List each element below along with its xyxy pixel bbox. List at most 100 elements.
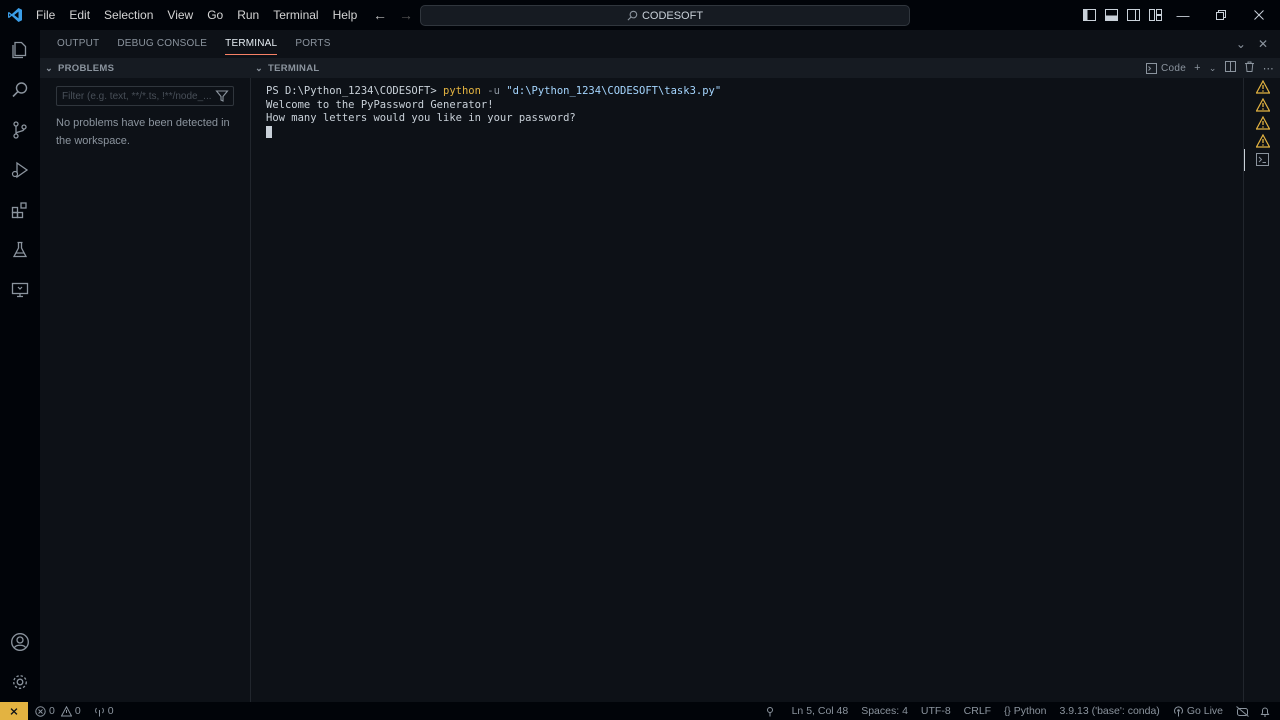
run-debug-icon[interactable] <box>8 158 32 182</box>
antenna-icon <box>94 707 104 716</box>
terminal-prompt: PS D:\Python_1234\CODESOFT> <box>266 85 444 97</box>
terminal-cursor <box>266 125 272 138</box>
indentation[interactable]: Spaces: 4 <box>853 705 913 717</box>
terminal-actions: Code + ⌄ ⋯ <box>1146 58 1274 78</box>
menu-view[interactable]: View <box>160 0 200 30</box>
layout-controls <box>1082 0 1162 30</box>
panel-tabs: OUTPUT DEBUG CONSOLE TERMINAL PORTS ⌄ ✕ <box>40 30 1280 58</box>
chevron-down-icon: ⌄ <box>255 62 263 73</box>
warning-icon <box>60 705 72 716</box>
trash-icon[interactable] <box>1244 61 1255 75</box>
menu-edit[interactable]: Edit <box>62 0 97 30</box>
remote-explorer-icon[interactable] <box>8 278 32 302</box>
broadcast-icon <box>1173 705 1183 716</box>
chevron-down-icon: ⌄ <box>45 62 53 73</box>
search-icon <box>627 10 638 21</box>
menu-bar: File Edit Selection View Go Run Terminal… <box>29 0 364 30</box>
warning-icon[interactable] <box>1256 98 1270 112</box>
status-bar: ⨯ 0 0 0 Ln 5, Col 48 Spaces: 4 UTF-8 CRL… <box>0 702 1280 720</box>
encoding[interactable]: UTF-8 <box>913 705 956 717</box>
minimize-icon[interactable]: — <box>1164 0 1202 30</box>
split-terminal-icon[interactable] <box>1224 61 1236 75</box>
restore-icon[interactable] <box>1202 0 1240 30</box>
terminal-shell-selector[interactable]: Code <box>1146 62 1187 74</box>
warning-count: 0 <box>74 705 81 717</box>
terminal-tab-icon[interactable] <box>1244 149 1270 171</box>
error-count: 0 <box>49 705 55 717</box>
notifications-bell-icon[interactable] <box>1254 706 1280 717</box>
terminal-flag: -u <box>480 85 507 97</box>
tab-ports[interactable]: PORTS <box>286 30 339 58</box>
terminal-title: TERMINAL <box>268 62 320 74</box>
settings-gear-icon[interactable] <box>8 670 32 694</box>
problems-header[interactable]: ⌄ PROBLEMS <box>40 58 250 78</box>
go-live-label: Go Live <box>1186 705 1223 717</box>
close-panel-icon[interactable]: ✕ <box>1258 37 1268 51</box>
toggle-panel-icon[interactable] <box>1104 8 1118 22</box>
window-controls: — <box>1164 0 1278 30</box>
terminal-icon <box>1146 62 1157 74</box>
navigation-arrows: ← → <box>372 0 414 30</box>
command-center-search[interactable]: CODESOFT <box>420 5 910 26</box>
title-bar: File Edit Selection View Go Run Terminal… <box>0 0 1280 30</box>
toggle-primary-sidebar-icon[interactable] <box>1082 8 1096 22</box>
warning-icon[interactable] <box>1256 80 1270 94</box>
warning-icon[interactable] <box>1256 116 1270 130</box>
warning-icon[interactable] <box>1256 134 1270 148</box>
problems-title: PROBLEMS <box>58 62 115 74</box>
go-live-button[interactable]: Go Live <box>1165 705 1228 717</box>
explorer-icon[interactable] <box>8 38 32 62</box>
end-of-line[interactable]: CRLF <box>956 705 996 717</box>
no-problems-message: No problems have been detected in the wo… <box>56 117 230 147</box>
menu-selection[interactable]: Selection <box>97 0 160 30</box>
ports-status[interactable]: 0 <box>86 705 119 717</box>
terminal-argument: "d:\Python_1234\CODESOFT\task3.py" <box>506 85 722 97</box>
menu-terminal[interactable]: Terminal <box>266 0 325 30</box>
chevron-down-icon[interactable]: ⌄ <box>1236 37 1246 51</box>
location-pin-icon[interactable] <box>760 706 787 717</box>
chevron-down-icon[interactable]: ⌄ <box>1209 63 1217 74</box>
customize-layout-icon[interactable] <box>1148 8 1162 22</box>
shell-label: Code <box>1161 62 1187 74</box>
tab-output[interactable]: OUTPUT <box>40 30 108 58</box>
workspace-title: CODESOFT <box>641 9 704 22</box>
extensions-icon[interactable] <box>8 198 32 222</box>
problems-status[interactable]: 0 0 <box>28 705 86 717</box>
source-control-icon[interactable] <box>8 118 32 142</box>
more-actions-icon[interactable]: ⋯ <box>1263 62 1274 75</box>
problems-filter-input[interactable] <box>57 87 212 105</box>
cursor-position[interactable]: Ln 5, Col 48 <box>787 705 854 717</box>
menu-run[interactable]: Run <box>230 0 266 30</box>
error-icon <box>35 705 46 717</box>
ports-count: 0 <box>107 705 114 717</box>
terminal-output-line: How many letters would you like in your … <box>266 112 576 124</box>
language-label: Python <box>1013 705 1047 717</box>
terminal-output[interactable]: PS D:\Python_1234\CODESOFT> python -u "d… <box>266 85 721 140</box>
filter-icon[interactable] <box>215 89 229 103</box>
toggle-secondary-sidebar-icon[interactable] <box>1126 8 1140 22</box>
testing-icon[interactable] <box>8 238 32 262</box>
no-copilot-icon[interactable] <box>1228 705 1254 717</box>
python-interpreter[interactable]: 3.9.13 ('base': conda) <box>1051 705 1164 717</box>
menu-help[interactable]: Help <box>326 0 365 30</box>
terminal-tabs-list <box>1243 78 1280 702</box>
account-icon[interactable] <box>8 630 32 654</box>
remote-indicator-icon[interactable]: ⨯ <box>0 702 28 720</box>
new-terminal-icon[interactable]: + <box>1194 62 1201 74</box>
terminal-header[interactable]: ⌄ TERMINAL Code + ⌄ ⋯ <box>250 58 1280 78</box>
terminal-output-line: Welcome to the PyPassword Generator! <box>266 98 494 111</box>
terminal-view: ⌄ TERMINAL Code + ⌄ ⋯ PS D:\Python_1234\… <box>250 58 1280 702</box>
language-mode[interactable]: {} Python <box>996 705 1051 717</box>
forward-arrow-icon[interactable]: → <box>398 7 414 23</box>
braces-icon: {} <box>1004 705 1011 717</box>
back-arrow-icon[interactable]: ← <box>372 7 388 23</box>
close-icon[interactable] <box>1240 0 1278 30</box>
menu-file[interactable]: File <box>29 0 62 30</box>
menu-go[interactable]: Go <box>200 0 230 30</box>
tab-terminal[interactable]: TERMINAL <box>216 30 286 58</box>
status-right: Ln 5, Col 48 Spaces: 4 UTF-8 CRLF {} Pyt… <box>760 702 1280 720</box>
search-icon[interactable] <box>8 78 32 102</box>
vscode-logo-icon <box>1 0 29 30</box>
activity-bar <box>0 30 40 702</box>
tab-debug-console[interactable]: DEBUG CONSOLE <box>108 30 216 58</box>
